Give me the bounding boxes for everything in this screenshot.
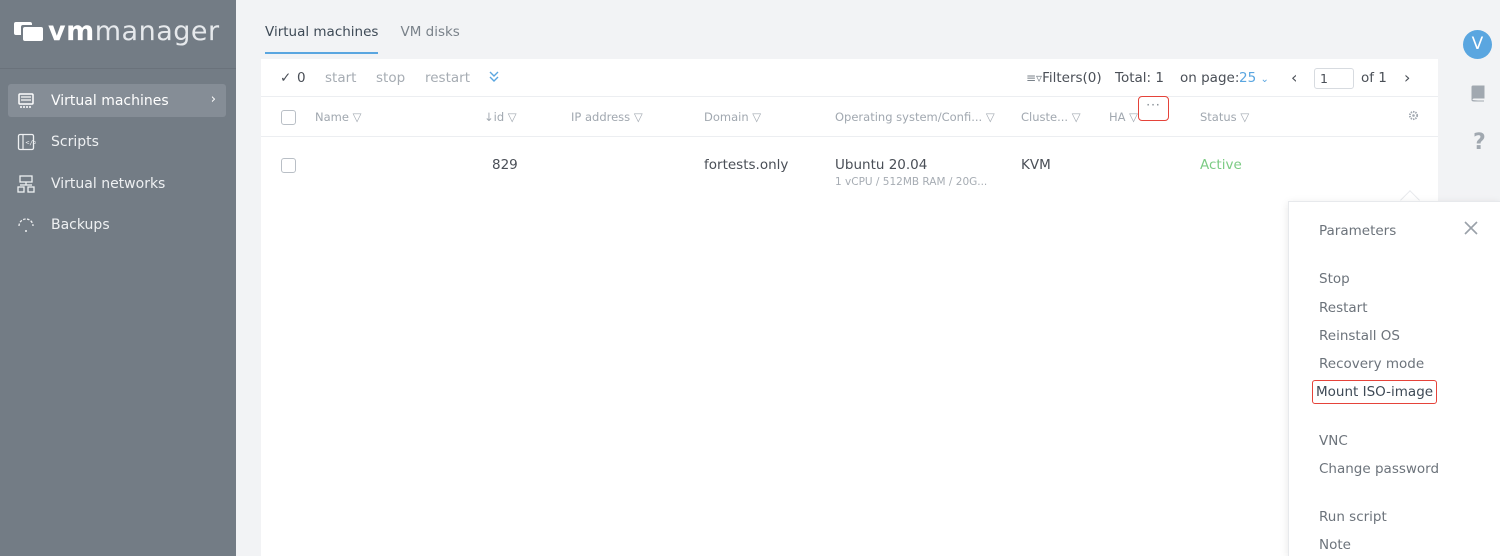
on-page-label: on page:	[1180, 70, 1240, 86]
backup-icon	[16, 215, 36, 235]
filter-icon: ▽	[985, 110, 995, 124]
sort-down-icon: ↓	[484, 110, 494, 124]
column-label: Status	[1200, 110, 1237, 124]
sidebar-item-label: Backups	[51, 217, 110, 233]
help-icon[interactable]: ?	[1473, 130, 1486, 155]
logo-text: vmmanager	[48, 15, 220, 47]
column-label: HA	[1109, 110, 1126, 124]
column-ha[interactable]: HA ▽	[1109, 110, 1138, 124]
next-page-button[interactable]: ›	[1404, 68, 1410, 87]
menu-item-stop[interactable]: Stop	[1319, 271, 1350, 287]
sidebar-item-virtual-machines[interactable]: Virtual machines ›	[8, 84, 226, 117]
vm-list-panel: ✓ 0 start stop restart ≡▿Filters(0) Tota…	[261, 59, 1438, 556]
cell-config: 1 vCPU / 512MB RAM / 20G...	[835, 176, 988, 188]
page-total: of 1	[1361, 70, 1387, 86]
vmmanager-logo[interactable]: vmmanager	[14, 14, 220, 48]
svg-text:</>: </>	[26, 139, 37, 147]
sidebar-item-label: Scripts	[51, 134, 99, 150]
avatar[interactable]: V	[1463, 30, 1492, 59]
tabs: Virtual machines VM disks	[265, 24, 482, 54]
row-checkbox[interactable]	[281, 158, 296, 173]
column-label: IP address	[571, 110, 631, 124]
column-label: id	[493, 110, 505, 124]
prev-page-button[interactable]: ‹	[1291, 68, 1297, 87]
column-label: Operating system/Confi...	[835, 110, 983, 124]
sidebar-item-virtual-networks[interactable]: Virtual networks	[8, 167, 226, 200]
filter-icon: ▽	[1240, 110, 1250, 124]
column-domain[interactable]: Domain ▽	[704, 110, 761, 124]
filter-icon: ▽	[752, 110, 762, 124]
expand-actions-icon[interactable]	[488, 69, 500, 87]
menu-item-parameters[interactable]: Parameters	[1319, 223, 1396, 239]
cell-id: 829	[492, 157, 518, 173]
selected-count: 0	[297, 70, 306, 86]
more-dots-icon: ···	[1146, 98, 1161, 112]
sidebar-item-label: Virtual machines	[51, 92, 169, 109]
chevron-right-icon: ›	[210, 92, 216, 107]
sidebar-item-scripts[interactable]: </> Scripts	[8, 126, 226, 159]
menu-item-change-password[interactable]: Change password	[1319, 461, 1439, 477]
column-label: Cluste...	[1021, 110, 1069, 124]
menu-item-mount-iso-image[interactable]: Mount ISO-image	[1312, 380, 1438, 404]
toolbar: ✓ 0 start stop restart ≡▿Filters(0) Tota…	[261, 59, 1438, 97]
filter-icon: ▽	[507, 110, 517, 124]
filters-button[interactable]: ≡▿Filters(0)	[1026, 70, 1102, 86]
table-header: Name ▽ ↓id ▽ IP address ▽ Domain ▽ Opera…	[261, 97, 1438, 137]
sidebar-item-backups[interactable]: Backups	[8, 209, 226, 242]
menu-item-reinstall-os[interactable]: Reinstall OS	[1319, 328, 1400, 344]
on-page-value: 25	[1239, 70, 1257, 86]
column-os[interactable]: Operating system/Confi... ▽	[835, 110, 995, 124]
column-ip-address[interactable]: IP address ▽	[571, 110, 643, 124]
column-id[interactable]: ↓id ▽	[484, 110, 517, 124]
page-input[interactable]	[1314, 68, 1354, 89]
select-all-check-icon[interactable]: ✓	[280, 70, 291, 86]
tab-virtual-machines[interactable]: Virtual machines	[265, 24, 379, 54]
filter-icon: ▽	[1071, 110, 1081, 124]
sidebar-divider	[0, 68, 236, 69]
sidebar-nav: Virtual machines › </> Scripts Virtual n…	[8, 84, 226, 250]
right-rail: V ?	[1450, 0, 1500, 556]
script-icon: </>	[16, 132, 36, 152]
restart-button[interactable]: restart	[425, 70, 470, 86]
cell-domain: fortests.only	[704, 157, 789, 173]
cell-os: Ubuntu 20.04	[835, 157, 928, 173]
server-icon	[16, 91, 36, 111]
column-settings-gear-icon[interactable]	[1408, 110, 1419, 124]
column-status[interactable]: Status ▽	[1200, 110, 1249, 124]
menu-item-restart[interactable]: Restart	[1319, 300, 1368, 316]
menu-item-note[interactable]: Note	[1319, 537, 1351, 553]
filter-icon: ▽	[352, 110, 362, 124]
stop-button[interactable]: stop	[376, 70, 405, 86]
status-badge: Active	[1200, 157, 1242, 173]
column-name[interactable]: Name ▽	[315, 110, 361, 124]
start-button[interactable]: start	[325, 70, 356, 86]
sidebar-item-label: Virtual networks	[51, 175, 166, 192]
menu-item-vnc[interactable]: VNC	[1319, 433, 1348, 449]
filter-icon: ▽	[1129, 110, 1139, 124]
select-all-checkbox[interactable]	[281, 110, 296, 125]
sidebar: vmmanager Virtual machines › </> Scripts…	[0, 0, 236, 556]
menu-item-recovery-mode[interactable]: Recovery mode	[1319, 356, 1424, 372]
column-label: Name	[315, 110, 349, 124]
filters-label: Filters(0)	[1042, 70, 1102, 86]
row-actions-menu-button[interactable]: ···	[1138, 96, 1169, 121]
tab-vm-disks[interactable]: VM disks	[400, 24, 459, 54]
network-icon	[16, 174, 36, 194]
table-row[interactable]: 829 fortests.only Ubuntu 20.04 1 vCPU / …	[261, 137, 1438, 197]
logo-icon	[14, 20, 44, 42]
column-cluster[interactable]: Cluste... ▽	[1021, 110, 1081, 124]
total-count: Total: 1	[1115, 70, 1164, 86]
chevron-down-icon: ⌄	[1260, 74, 1269, 85]
on-page-select[interactable]: 25 ⌄	[1239, 70, 1269, 86]
book-icon[interactable]	[1471, 85, 1486, 102]
column-label: Domain	[704, 110, 749, 124]
cell-cluster: KVM	[1021, 157, 1051, 173]
menu-item-run-script[interactable]: Run script	[1319, 509, 1387, 525]
filter-icon: ▽	[633, 110, 643, 124]
filter-icon: ≡▿	[1026, 71, 1043, 85]
